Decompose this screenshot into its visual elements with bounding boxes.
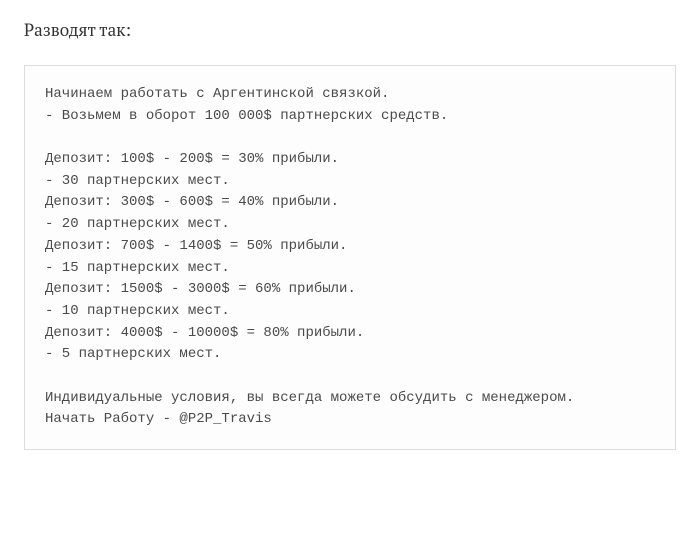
quoted-message-block: Начинаем работать с Аргентинской связкой… [24, 65, 676, 450]
section-heading: Разводят так: [24, 18, 676, 41]
